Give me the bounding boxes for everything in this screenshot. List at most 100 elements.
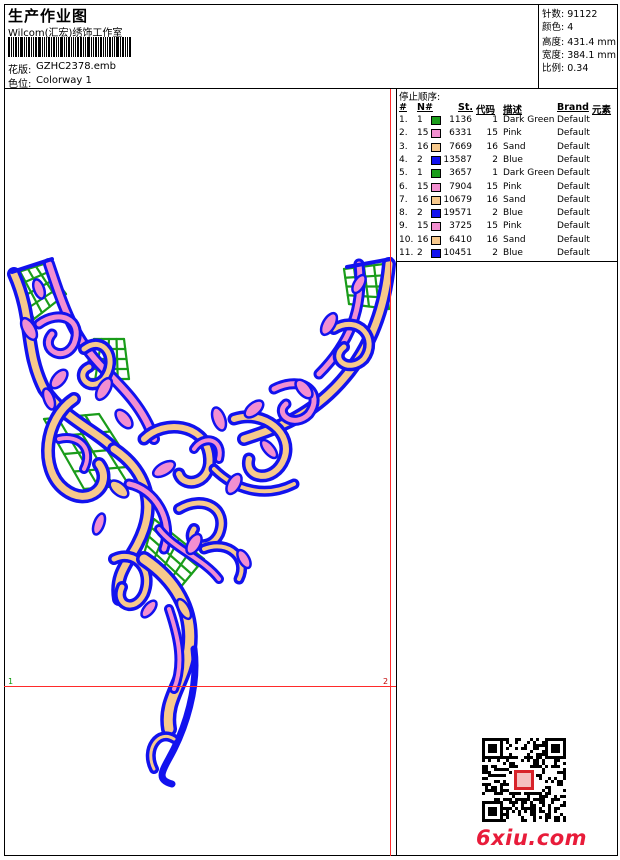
barcode-bar bbox=[73, 37, 74, 57]
row-needle: 15 bbox=[417, 181, 429, 192]
qr-module bbox=[536, 753, 539, 756]
row-stitches: 10451 bbox=[443, 248, 472, 258]
qr-module bbox=[560, 813, 563, 816]
row-brand: Default bbox=[557, 234, 590, 245]
qr-module bbox=[551, 765, 554, 768]
qr-module bbox=[542, 810, 545, 813]
qr-module bbox=[503, 783, 506, 786]
barcode-bar bbox=[98, 37, 99, 57]
qr-finder bbox=[488, 744, 497, 753]
barcode-bar bbox=[20, 37, 23, 57]
qr-module bbox=[524, 756, 527, 759]
watermark-text: 6xiu.com bbox=[476, 826, 588, 850]
qr-module bbox=[509, 801, 512, 804]
qr-module bbox=[521, 747, 524, 750]
qr-module bbox=[554, 816, 557, 819]
qr-module bbox=[500, 768, 503, 771]
qr-module bbox=[524, 801, 527, 804]
barcode-bar bbox=[38, 37, 41, 57]
qr-module bbox=[539, 807, 542, 810]
barcode-bar bbox=[100, 37, 102, 57]
qr-module bbox=[527, 741, 530, 744]
leaf-motif bbox=[259, 438, 279, 460]
qr-module bbox=[533, 807, 536, 810]
qr-module bbox=[485, 783, 488, 786]
qr-module bbox=[506, 789, 509, 792]
qr-module bbox=[533, 816, 536, 819]
qr-module bbox=[494, 765, 497, 768]
table-row: 10. 16 6410 16 Sand Default bbox=[397, 235, 618, 248]
barcode-bar bbox=[71, 37, 72, 57]
qr-module bbox=[488, 789, 491, 792]
qr-module bbox=[509, 807, 512, 810]
qr-module bbox=[506, 738, 509, 741]
qr-module bbox=[500, 789, 503, 792]
barcode-bar bbox=[114, 37, 115, 57]
qr-module bbox=[521, 801, 524, 804]
qr-module bbox=[545, 819, 548, 822]
barcode bbox=[8, 37, 151, 57]
qr-module bbox=[482, 792, 485, 795]
qr-module bbox=[530, 738, 533, 741]
qr-module bbox=[515, 801, 518, 804]
qr-module bbox=[557, 807, 560, 810]
qr-module bbox=[488, 759, 491, 762]
qr-code-icon bbox=[482, 738, 566, 822]
qr-module bbox=[533, 810, 536, 813]
qr-module bbox=[494, 786, 497, 789]
qr-module bbox=[506, 807, 509, 810]
qr-module bbox=[542, 771, 545, 774]
row-needle: 2 bbox=[417, 154, 423, 165]
qr-module bbox=[548, 789, 551, 792]
qr-module bbox=[560, 771, 563, 774]
row-description: Pink bbox=[503, 181, 522, 192]
qr-module bbox=[485, 768, 488, 771]
qr-module bbox=[497, 768, 500, 771]
row-needle: 2 bbox=[417, 248, 423, 258]
barcode-bar bbox=[85, 37, 86, 57]
qr-module bbox=[536, 792, 539, 795]
table-row: 1. 1 1136 1 Dark Green Default bbox=[397, 115, 618, 128]
row-description: Sand bbox=[503, 234, 526, 245]
qr-module bbox=[539, 792, 542, 795]
barcode-bar bbox=[46, 37, 47, 57]
qr-module bbox=[494, 798, 497, 801]
qr-module bbox=[500, 774, 503, 777]
qr-module bbox=[548, 813, 551, 816]
qr-module bbox=[545, 792, 548, 795]
qr-module bbox=[563, 771, 566, 774]
row-brand: Default bbox=[557, 221, 590, 232]
barcode-bar bbox=[31, 37, 32, 57]
qr-module bbox=[506, 798, 509, 801]
qr-finder bbox=[551, 744, 560, 753]
qr-module bbox=[512, 792, 515, 795]
barcode-bar bbox=[18, 37, 19, 57]
qr-module bbox=[539, 816, 542, 819]
qr-module bbox=[509, 771, 512, 774]
row-code: 2 bbox=[492, 154, 498, 165]
row-needle: 2 bbox=[417, 208, 423, 219]
barcode-bar bbox=[87, 37, 90, 57]
qr-module bbox=[527, 756, 530, 759]
qr-module bbox=[485, 771, 488, 774]
qr-module bbox=[545, 780, 548, 783]
qr-module bbox=[488, 771, 491, 774]
qr-module bbox=[557, 798, 560, 801]
qr-module bbox=[530, 807, 533, 810]
row-description: Sand bbox=[503, 194, 526, 205]
qr-module bbox=[527, 792, 530, 795]
leaf-motif bbox=[49, 368, 69, 390]
qr-module bbox=[509, 753, 512, 756]
row-code: 16 bbox=[486, 194, 498, 205]
row-index: 7. bbox=[399, 194, 408, 205]
qr-module bbox=[518, 813, 521, 816]
qr-module bbox=[563, 768, 566, 771]
barcode-bar bbox=[80, 37, 82, 57]
hoop-guide-horizontal bbox=[4, 686, 396, 687]
qr-module bbox=[533, 792, 536, 795]
qr-module bbox=[524, 747, 527, 750]
qr-module bbox=[527, 759, 530, 762]
qr-module bbox=[542, 789, 545, 792]
qr-module bbox=[482, 768, 485, 771]
barcode-bar bbox=[68, 37, 70, 57]
